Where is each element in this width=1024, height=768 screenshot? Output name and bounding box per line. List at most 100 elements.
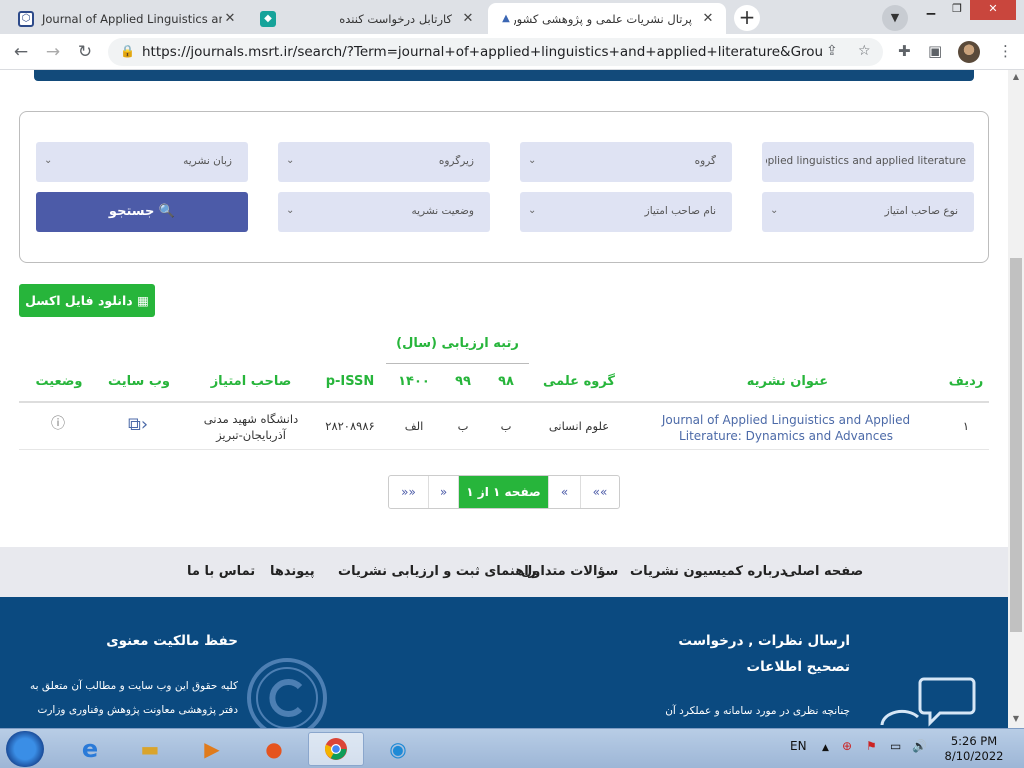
col-98: ۹۸ <box>498 374 514 389</box>
lock-icon: 🔒 <box>120 44 135 58</box>
tab-journal[interactable]: ⬡ Journal of Applied Linguistics and App… <box>8 3 248 34</box>
chevron-down-icon: ⌄ <box>286 155 295 166</box>
forward-arrow-icon[interactable]: → <box>42 41 64 63</box>
bookmark-star-icon[interactable]: ☆ <box>858 43 871 59</box>
portal-favicon-icon: ▲ <box>502 13 510 24</box>
profile-avatar[interactable] <box>958 41 980 63</box>
journal-favicon-icon: ⬡ <box>18 10 34 27</box>
search-filter-panel: f applied linguistics and applied litera… <box>19 111 989 263</box>
chat-bubble-icon <box>880 677 976 727</box>
next-page-button[interactable]: » <box>429 476 459 508</box>
current-page: صفحه ۱ از ۱ <box>459 476 549 508</box>
holder-type-select[interactable]: نوع صاحب امتیاز ⌄ <box>762 192 974 232</box>
language-select[interactable]: زبان نشریه ⌄ <box>36 142 248 182</box>
windows-taskbar: e ▬ ▶ ● ◉ EN ▲ ⊕ ⚑ ▭ 🔊 5:26 PM 8/10/2022 <box>0 728 1024 768</box>
tab-portal[interactable]: ▲ پرتال نشریات علمی و پژوهشی کشور ✕ <box>488 3 726 34</box>
chrome-logo-icon <box>324 738 347 760</box>
prev-page-button[interactable]: « <box>549 476 581 508</box>
footer: ارسال نظرات , درخواست تصحیح اطلاعات چنان… <box>0 597 1008 728</box>
rank-divider <box>386 363 529 364</box>
restore-button[interactable]: ❐ <box>944 0 970 20</box>
minimize-button[interactable]: ▁ <box>918 0 944 20</box>
ie-icon[interactable]: e <box>62 732 118 766</box>
col-group: گروه علمی <box>543 374 615 389</box>
col-row: ردیف <box>948 374 984 389</box>
footer-link-guide[interactable]: راهنمای ثبت و ارزیابی نشریات <box>338 564 536 579</box>
search-term-input[interactable]: f applied linguistics and applied litera… <box>762 142 974 182</box>
search-icon: 🔍 <box>158 204 176 219</box>
website-link-icon[interactable]: ⧉› <box>118 414 158 435</box>
media-player-icon[interactable]: ▶ <box>184 732 240 766</box>
close-window-button[interactable]: ✕ <box>970 0 1016 20</box>
close-icon[interactable]: ✕ <box>460 11 476 26</box>
group-select[interactable]: گروه ⌄ <box>520 142 732 182</box>
file-explorer-icon[interactable]: ▬ <box>122 732 178 766</box>
display-icon[interactable]: ▭ <box>890 739 901 753</box>
chrome-icon[interactable] <box>308 732 364 766</box>
holder-cell: دانشگاه شهید مدنی آذربایجان-تبریز <box>203 412 299 442</box>
tab-requester[interactable]: ◆ کارتابل درخواست کننده ✕ <box>250 3 486 34</box>
share-icon[interactable]: ⇪ <box>826 43 838 59</box>
excel-file-icon: ▦ <box>137 293 149 308</box>
url-text: https://journals.msrt.ir/search/?Term=jo… <box>142 44 822 60</box>
col-title: عنوان نشریه <box>746 374 829 389</box>
chevron-down-icon: ⌄ <box>528 205 537 216</box>
language-indicator[interactable]: EN <box>790 739 807 753</box>
scroll-up-icon[interactable]: ▲ <box>1008 70 1024 84</box>
row-divider <box>19 449 989 450</box>
info-icon[interactable]: ⓘ <box>44 413 72 435</box>
volume-icon[interactable]: 🔊 <box>912 739 927 753</box>
footer-nav: صفحه اصلی درباره کمیسیون نشریات سؤالات م… <box>0 547 1008 597</box>
close-icon[interactable]: ✕ <box>222 11 238 26</box>
status-select[interactable]: وضعیت نشریه ⌄ <box>278 192 490 232</box>
extensions-puzzle-icon[interactable]: ✚ <box>898 42 911 60</box>
subgroup-select[interactable]: زیرگروه ⌄ <box>278 142 490 182</box>
chevron-down-icon: ⌄ <box>528 155 537 166</box>
footer-link-links[interactable]: پیوندها <box>270 564 315 579</box>
last-page-button[interactable]: »» <box>389 476 429 508</box>
firefox-icon[interactable]: ● <box>246 732 302 766</box>
menu-kebab-icon[interactable]: ⋮ <box>998 42 1013 60</box>
footer-link-home[interactable]: صفحه اصلی <box>784 564 863 579</box>
tray-expand-icon[interactable]: ▲ <box>822 743 829 753</box>
header-divider <box>19 401 989 403</box>
rank-header: رتبه ارزیابی (سال) <box>396 336 519 351</box>
search-button[interactable]: جستجو 🔍 <box>36 192 248 232</box>
col-issn: p-ISSN <box>325 374 375 389</box>
edge-icon[interactable]: ◉ <box>370 732 426 766</box>
download-excel-button[interactable]: دانلود فایل اکسل ▦ <box>19 284 155 317</box>
system-clock[interactable]: 5:26 PM 8/10/2022 <box>934 734 1014 764</box>
col-1400: ۱۴۰۰ <box>398 374 430 389</box>
scroll-down-icon[interactable]: ▼ <box>1008 712 1024 726</box>
network-warning-icon[interactable]: ⊕ <box>842 739 852 753</box>
col-website: وب سایت <box>108 374 170 389</box>
browser-tab-bar: ⬡ Journal of Applied Linguistics and App… <box>0 0 1024 34</box>
chevron-down-icon: ⌄ <box>770 205 779 216</box>
cartable-favicon-icon: ◆ <box>260 10 276 27</box>
first-page-button[interactable]: «« <box>581 476 619 508</box>
footer-link-contact[interactable]: تماس با ما <box>187 564 255 579</box>
holder-name-select[interactable]: نام صاحب امتیاز ⌄ <box>520 192 732 232</box>
scrollbar-thumb[interactable] <box>1010 258 1022 632</box>
side-panel-icon[interactable]: ▣ <box>928 42 942 60</box>
chevron-down-icon: ⌄ <box>286 205 295 216</box>
footer-link-about[interactable]: درباره کمیسیون نشریات <box>630 564 787 579</box>
flag-icon[interactable]: ⚑ <box>866 739 877 753</box>
url-bar[interactable]: 🔒 https://journals.msrt.ir/search/?Term=… <box>108 38 883 66</box>
new-tab-button[interactable]: + <box>734 5 760 31</box>
address-toolbar: ← → ↻ 🔒 https://journals.msrt.ir/search/… <box>0 34 1024 70</box>
col-status: وضعیت <box>35 374 83 389</box>
header-strip <box>34 70 974 81</box>
col-99: ۹۹ <box>455 374 471 389</box>
page-content: f applied linguistics and applied litera… <box>0 70 1008 728</box>
back-arrow-icon[interactable]: ← <box>10 41 32 63</box>
start-button[interactable] <box>6 731 44 767</box>
journal-title-link[interactable]: Journal of Applied Linguistics and Appli… <box>640 412 932 444</box>
chevron-down-icon: ⌄ <box>44 155 53 166</box>
reload-icon[interactable]: ↻ <box>74 41 96 63</box>
pagination: »» » صفحه ۱ از ۱ « «« <box>388 475 620 509</box>
tab-search-chevron-icon[interactable]: ▼ <box>882 5 908 31</box>
close-icon[interactable]: ✕ <box>700 11 716 26</box>
copyright-icon <box>247 658 327 728</box>
col-holder: صاحب امتیاز <box>210 374 292 389</box>
